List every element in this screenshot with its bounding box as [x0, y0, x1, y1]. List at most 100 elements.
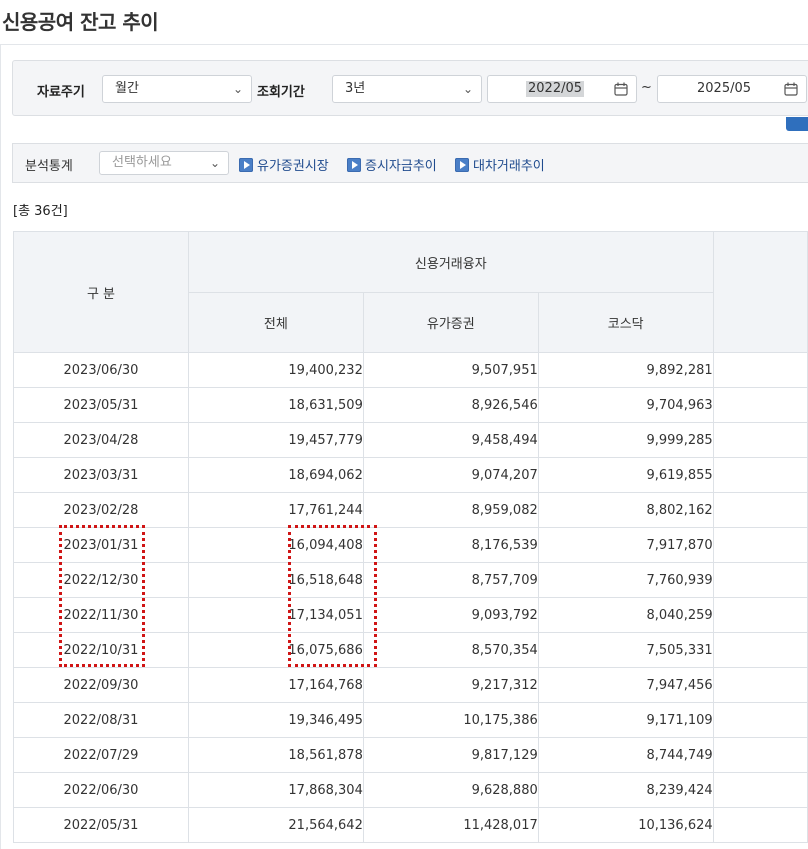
next-column-cell	[712, 492, 808, 528]
stats-select[interactable]: 선택하세요 ⌄	[99, 151, 229, 175]
calendar-icon[interactable]	[614, 82, 628, 96]
start-date-field[interactable]: 2022/05	[487, 75, 637, 103]
date-cell: 2022/07/29	[13, 737, 189, 773]
kospi-cell: 11,428,017	[362, 807, 539, 843]
calendar-icon[interactable]	[784, 82, 798, 96]
table-row: 2022/08/31 19,346,495 10,175,386 9,171,109	[13, 702, 808, 738]
kosdaq-cell: 8,802,162	[537, 492, 714, 528]
kospi-cell: 8,570,354	[362, 632, 539, 668]
table-row: 2023/06/30 19,400,232 9,507,951 9,892,281	[13, 352, 808, 388]
next-column-cell	[712, 737, 808, 773]
next-column-cell	[712, 772, 808, 808]
total-cell: 19,457,779	[187, 422, 364, 458]
next-column-cell	[712, 597, 808, 633]
total-count: [총 36건]	[13, 204, 68, 219]
next-column-cell	[712, 807, 808, 843]
date-separator: ~	[641, 80, 652, 95]
kosdaq-cell: 9,892,281	[537, 352, 714, 388]
table-row: 2023/01/31 16,094,408 8,176,539 7,917,870	[13, 527, 808, 563]
table-row: 2023/02/28 17,761,244 8,959,082 8,802,162	[13, 492, 808, 528]
date-cell: 2023/02/28	[13, 492, 189, 528]
kospi-cell: 8,757,709	[362, 562, 539, 598]
period-select[interactable]: 월간 ⌄	[102, 75, 252, 103]
period-label: 자료주기	[37, 85, 85, 100]
end-date-field[interactable]: 2025/05	[657, 75, 807, 103]
kosdaq-cell: 7,917,870	[537, 527, 714, 563]
total-cell: 21,564,642	[187, 807, 364, 843]
range-select-value: 3년	[345, 81, 366, 96]
link-label: 유가증권시장	[257, 159, 329, 174]
stats-label: 분석통계	[25, 159, 73, 174]
date-cell: 2023/01/31	[13, 527, 189, 563]
play-icon	[239, 157, 253, 172]
kospi-cell: 8,926,546	[362, 387, 539, 423]
header-kosdaq: 코스닥	[537, 292, 714, 353]
link-lending-trend[interactable]: 대차거래추이	[455, 155, 545, 174]
total-cell: 18,561,878	[187, 737, 364, 773]
header-total: 전체	[187, 292, 364, 353]
kospi-cell: 9,817,129	[362, 737, 539, 773]
next-column-cell	[712, 387, 808, 423]
total-cell: 16,094,408	[187, 527, 364, 563]
total-cell: 17,134,051	[187, 597, 364, 633]
link-label: 증시자금추이	[365, 159, 437, 174]
date-cell: 2023/03/31	[13, 457, 189, 493]
end-date-value: 2025/05	[697, 81, 752, 96]
kospi-cell: 9,074,207	[362, 457, 539, 493]
stats-select-placeholder: 선택하세요	[112, 155, 172, 170]
table-row: 2022/12/30 16,518,648 8,757,709 7,760,939	[13, 562, 808, 598]
total-cell: 19,400,232	[187, 352, 364, 388]
total-cell: 16,075,686	[187, 632, 364, 668]
start-date-value: 2022/05	[526, 81, 585, 97]
play-icon	[455, 157, 469, 172]
total-cell: 19,346,495	[187, 702, 364, 738]
kospi-cell: 9,217,312	[362, 667, 539, 703]
table-row: 2022/10/31 16,075,686 8,570,354 7,505,331	[13, 632, 808, 668]
date-cell: 2022/12/30	[13, 562, 189, 598]
date-cell: 2023/05/31	[13, 387, 189, 423]
table-row: 2022/07/29 18,561,878 9,817,129 8,744,749	[13, 737, 808, 773]
total-cell: 17,868,304	[187, 772, 364, 808]
date-cell: 2022/08/31	[13, 702, 189, 738]
table-row: 2023/04/28 19,457,779 9,458,494 9,999,285	[13, 422, 808, 458]
table-row: 2022/11/30 17,134,051 9,093,792 8,040,259	[13, 597, 808, 633]
kosdaq-cell: 8,040,259	[537, 597, 714, 633]
next-column-cell	[712, 352, 808, 388]
date-cell: 2022/10/31	[13, 632, 189, 668]
next-column-cell	[712, 527, 808, 563]
date-cell: 2022/06/30	[13, 772, 189, 808]
date-cell: 2022/09/30	[13, 667, 189, 703]
date-cell: 2022/05/31	[13, 807, 189, 843]
total-cell: 18,694,062	[187, 457, 364, 493]
header-gubun: 구 분	[13, 231, 189, 353]
play-icon	[347, 157, 361, 172]
kospi-cell: 9,507,951	[362, 352, 539, 388]
kosdaq-cell: 9,704,963	[537, 387, 714, 423]
kospi-cell: 9,628,880	[362, 772, 539, 808]
link-market-fund-trend[interactable]: 증시자금추이	[347, 155, 437, 174]
kosdaq-cell: 7,760,939	[537, 562, 714, 598]
kospi-cell: 10,175,386	[362, 702, 539, 738]
next-column-cell	[712, 702, 808, 738]
credit-balance-table: 구 분 신용거래융자 전체 유가증권 코스닥 2023/06/30 19,400,…	[13, 231, 808, 843]
kospi-cell: 8,959,082	[362, 492, 539, 528]
search-button[interactable]	[786, 117, 808, 131]
kospi-cell: 9,093,792	[362, 597, 539, 633]
link-securities-market[interactable]: 유가증권시장	[239, 155, 329, 174]
table-row: 2023/03/31 18,694,062 9,074,207 9,619,855	[13, 457, 808, 493]
kospi-cell: 8,176,539	[362, 527, 539, 563]
total-cell: 16,518,648	[187, 562, 364, 598]
range-select[interactable]: 3년 ⌄	[332, 75, 482, 103]
kosdaq-cell: 9,171,109	[537, 702, 714, 738]
kospi-cell: 9,458,494	[362, 422, 539, 458]
next-column-cell	[712, 562, 808, 598]
kosdaq-cell: 8,239,424	[537, 772, 714, 808]
total-cell: 17,164,768	[187, 667, 364, 703]
next-column-cell	[712, 422, 808, 458]
total-cell: 17,761,244	[187, 492, 364, 528]
kosdaq-cell: 8,744,749	[537, 737, 714, 773]
table-row: 2022/09/30 17,164,768 9,217,312 7,947,456	[13, 667, 808, 703]
table-row: 2022/06/30 17,868,304 9,628,880 8,239,424	[13, 772, 808, 808]
header-credit-loan: 신용거래융자	[187, 231, 714, 293]
date-cell: 2023/06/30	[13, 352, 189, 388]
